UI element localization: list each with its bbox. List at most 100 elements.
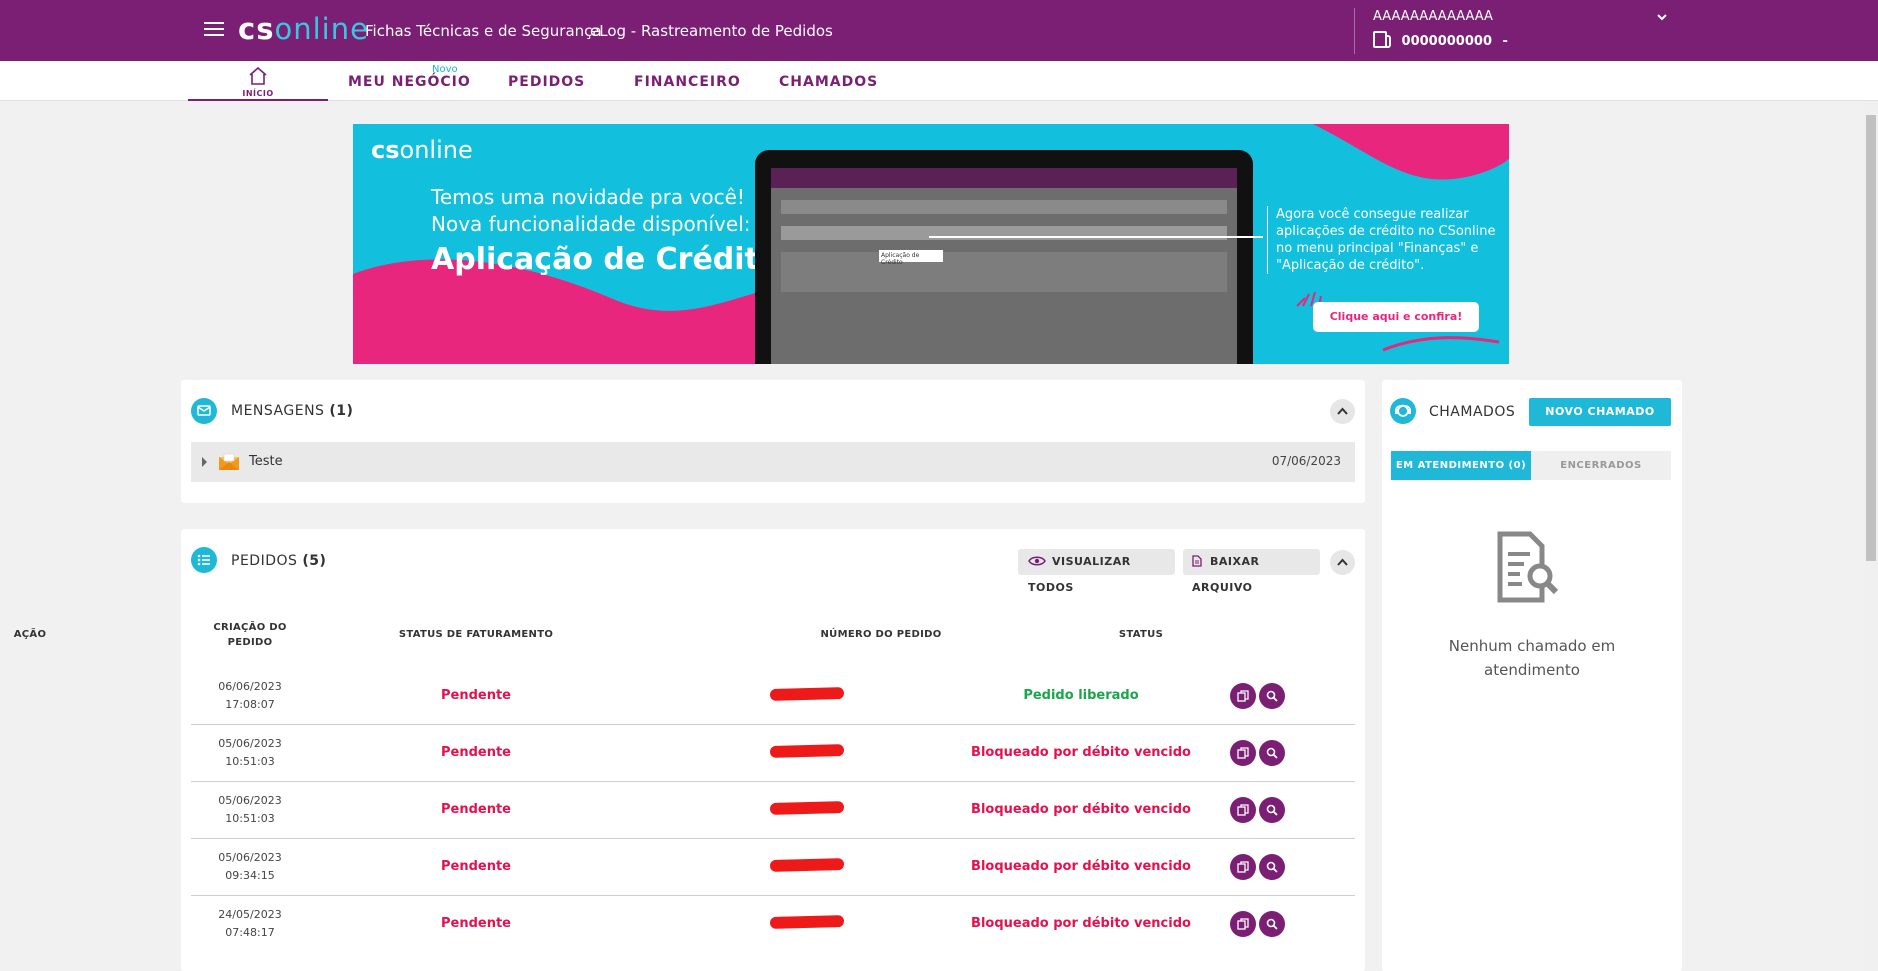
search-button[interactable]	[1259, 911, 1285, 937]
nav-home-label: INÍCIO	[242, 89, 274, 98]
nav-chamados[interactable]: CHAMADOS	[779, 74, 878, 90]
link-elog[interactable]: eLog - Rastreamento de Pedidos	[590, 22, 833, 40]
row-date: 05/06/2023 10:51:03	[218, 737, 282, 768]
copy-button[interactable]	[1230, 683, 1256, 709]
row-status: Bloqueado por débito vencido	[971, 745, 1191, 760]
row-order-number-redacted	[761, 687, 853, 702]
messages-count: (1)	[329, 403, 354, 419]
table-row[interactable]: 06/06/2023 17:08:07 Pendente Pedido liber…	[191, 668, 1355, 725]
table-row[interactable]: 05/06/2023 10:51:03 Pendente Bloqueado po…	[191, 782, 1355, 839]
mail-icon	[191, 398, 217, 424]
banner-logo: csonline	[371, 136, 473, 164]
copy-button[interactable]	[1230, 911, 1256, 937]
orders-collapse-button[interactable]	[1330, 550, 1355, 575]
page-scrollbar[interactable]	[1864, 101, 1878, 971]
promo-banner[interactable]: csonline Temos uma novidade pra você! No…	[353, 124, 1509, 364]
orders-count: (5)	[302, 553, 327, 569]
messages-title: MENSAGENS (1)	[231, 403, 354, 419]
row-date: 24/05/2023 07:48:17	[218, 908, 282, 939]
tickets-title: CHAMADOS	[1429, 404, 1516, 420]
user-code-line: 0000000000 -	[1373, 31, 1508, 49]
search-button[interactable]	[1259, 854, 1285, 880]
tab-in-progress[interactable]: EM ATENDIMENTO (0)	[1391, 451, 1531, 480]
row-billing-status: Pendente	[440, 859, 511, 874]
user-box[interactable]: AAAAAAAAAAAAA 0000000000 -	[1354, 8, 1674, 54]
row-status: Bloqueado por débito vencido	[971, 859, 1191, 874]
new-ticket-button[interactable]: NOVO CHAMADO	[1529, 398, 1671, 426]
user-name: AAAAAAAAAAAAA	[1373, 9, 1493, 24]
col-header-creation: CRIAÇÃO DO PEDIDO	[213, 622, 287, 648]
nav-home[interactable]: INÍCIO	[188, 61, 328, 101]
user-code-suffix: -	[1502, 34, 1508, 49]
banner-cta-button[interactable]: Clique aqui e confira!	[1313, 302, 1479, 332]
row-order-number-redacted	[761, 915, 853, 930]
copy-icon	[1237, 918, 1249, 930]
tab-closed[interactable]: ENCERRADOS	[1531, 451, 1671, 480]
search-icon	[1266, 918, 1278, 930]
row-date: 05/06/2023 09:34:15	[218, 851, 282, 882]
copy-icon	[1237, 861, 1249, 873]
row-billing-status: Pendente	[440, 688, 511, 703]
row-billing-status: Pendente	[440, 745, 511, 760]
expand-caret-icon[interactable]	[202, 457, 207, 467]
search-button[interactable]	[1259, 740, 1285, 766]
nav-pedidos[interactable]: PEDIDOS	[508, 74, 585, 90]
message-item[interactable]: Teste 07/06/2023	[191, 442, 1355, 482]
brand-logo[interactable]: csonline	[238, 12, 369, 46]
home-icon	[249, 66, 267, 85]
link-fichas-tecnicas[interactable]: Fichas Técnicas e de Segurança	[365, 22, 602, 40]
banner-intro: Temos uma novidade pra você! Nova funcio…	[431, 184, 750, 238]
fuel-pump-icon	[1373, 31, 1391, 48]
row-status: Pedido liberado	[1023, 688, 1139, 703]
eye-icon	[1028, 556, 1046, 566]
table-row[interactable]: 24/05/2023 07:48:17 Pendente Bloqueado po…	[191, 896, 1355, 953]
row-billing-status: Pendente	[440, 802, 511, 817]
screen-callout: Aplicação de Crédito	[879, 250, 943, 266]
copy-icon	[1237, 804, 1249, 816]
col-header-action: AÇÃO	[13, 629, 47, 640]
scrollbar-thumb[interactable]	[1866, 115, 1876, 561]
banner-headline: Aplicação de Crédito	[431, 242, 780, 277]
download-file-button[interactable]: BAIXAR ARQUIVO	[1183, 549, 1320, 594]
row-order-number-redacted	[761, 858, 853, 873]
table-row[interactable]: 05/06/2023 10:51:03 Pendente Bloqueado po…	[191, 725, 1355, 782]
row-order-number-redacted	[761, 744, 853, 759]
chevron-up-icon	[1337, 558, 1348, 566]
list-icon	[191, 547, 217, 573]
search-button[interactable]	[1259, 797, 1285, 823]
table-row[interactable]: 05/06/2023 09:34:15 Pendente Bloqueado po…	[191, 839, 1355, 896]
copy-button[interactable]	[1230, 854, 1256, 880]
chevron-down-icon[interactable]	[1657, 10, 1667, 25]
banner-description: Agora você consegue realizar aplicações …	[1267, 206, 1499, 274]
search-button[interactable]	[1259, 683, 1285, 709]
col-header-status: STATUS	[1118, 629, 1164, 640]
search-icon	[1266, 747, 1278, 759]
message-date: 07/06/2023	[1271, 454, 1341, 468]
laptop-illustration: Aplicação de Crédito	[755, 150, 1253, 364]
row-status: Bloqueado por débito vencido	[971, 916, 1191, 931]
row-date: 06/06/2023 17:08:07	[218, 680, 282, 711]
view-all-button[interactable]: VISUALIZAR TODOS	[1018, 549, 1175, 594]
copy-icon	[1237, 747, 1249, 759]
orders-title: PEDIDOS (5)	[231, 553, 327, 569]
document-search-icon	[1497, 531, 1559, 603]
messages-collapse-button[interactable]	[1330, 399, 1355, 424]
row-status: Bloqueado por débito vencido	[971, 802, 1191, 817]
search-icon	[1266, 804, 1278, 816]
nav-meu-negocio[interactable]: MEU NEGÓCIO	[348, 74, 471, 90]
banner-line-1: Temos uma novidade pra você!	[431, 185, 745, 209]
nav-financeiro[interactable]: FINANCEIRO	[634, 74, 741, 90]
envelope-icon	[219, 453, 239, 470]
menu-icon[interactable]	[204, 22, 224, 38]
message-subject: Teste	[249, 454, 283, 469]
col-header-order-number: NÚMERO DO PEDIDO	[820, 629, 942, 640]
empty-state-text: Nenhum chamado em atendimento	[1448, 637, 1616, 679]
row-billing-status: Pendente	[440, 916, 511, 931]
copy-button[interactable]	[1230, 797, 1256, 823]
support-icon	[1390, 398, 1416, 424]
copy-button[interactable]	[1230, 740, 1256, 766]
row-order-number-redacted	[761, 801, 853, 816]
chevron-up-icon	[1337, 407, 1348, 415]
search-icon	[1266, 690, 1278, 702]
top-bar: csonline Fichas Técnicas e de Segurança …	[0, 0, 1878, 61]
